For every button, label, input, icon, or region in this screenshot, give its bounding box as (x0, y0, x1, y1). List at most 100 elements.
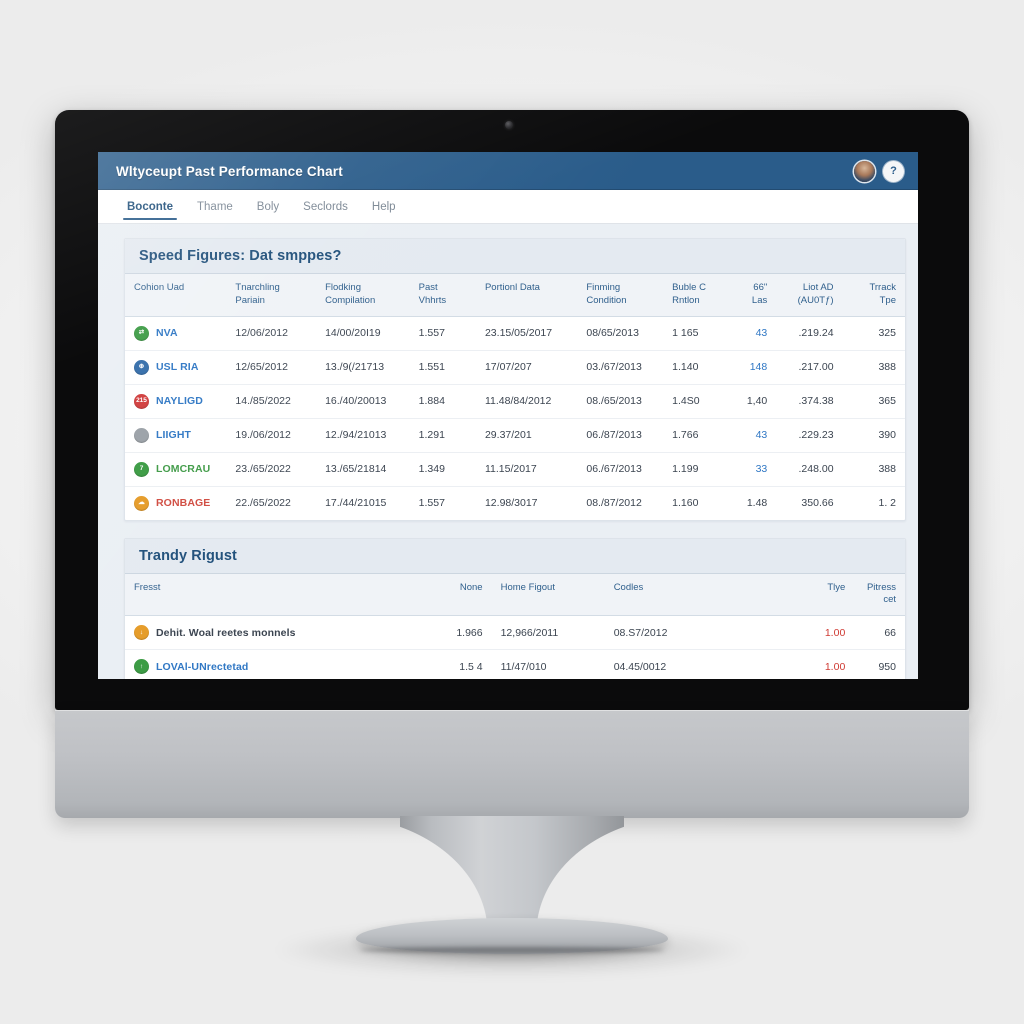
status-badge-photo (134, 427, 149, 443)
speed-figures-title: Speed Figures: Dat smppes? (139, 248, 342, 264)
menu-item-thame[interactable]: Thame (186, 190, 244, 223)
speed-row-label: RONBAGE (156, 497, 211, 510)
trandy-cell: 950 (878, 660, 896, 673)
table-row[interactable]: 215 NAYLIGD 14./85/2022 16./40/20013 1.884 11… (125, 384, 905, 419)
speed-row-label: NVA (156, 327, 178, 340)
table-row[interactable]: ↑ LOVAl-UNrectetad 1.5 4 11/47/010 04.45/001… (125, 650, 905, 679)
speed-figures-header-row: Cohion Uad Tnarchling Pariain Flodking Com… (125, 274, 905, 317)
trandy-col-header[interactable]: Home Figout (491, 573, 605, 617)
speed-col-header[interactable]: Trrack Tpe (842, 274, 905, 317)
speed-row-name-cell: ⊕ USL RIA (125, 350, 227, 385)
speed-row-name-cell: 7 LOMCRAU (125, 452, 227, 487)
trandy-cell: 12,966/2011 (491, 615, 605, 651)
table-row[interactable]: LIIGHT 19./06/2012 12./94/21013 1.291 29.37/… (125, 418, 905, 453)
table-row[interactable]: 7 LOMCRAU 23./65/2022 13./65/21814 1.349 11.1… (125, 452, 905, 487)
speed-row-label: USL RIA (156, 361, 199, 374)
speed-cell: .219.24 (776, 316, 843, 351)
trandy-rigust-title: Trandy Rigust (139, 547, 237, 564)
speed-cell: 23.15/05/2017 (475, 316, 578, 351)
status-badge-green: ↑ (134, 659, 149, 675)
speed-cell: 11.48/84/2012 (475, 384, 578, 419)
speed-cell: 22./65/2022 (235, 497, 291, 510)
speed-figures-body: ⇄ NVA 12/06/2012 14/00/20I19 1.557 23.15/05/2… (125, 316, 905, 520)
table-row[interactable]: ☁ RONBAGE 22./65/2022 17./44/21015 1.557 12.9… (125, 486, 905, 520)
trandy-col-header[interactable]: Pitress cet (854, 573, 905, 617)
trandy-rigust-card: Trandy Rigust Fresst None Home Figout Codle… (124, 537, 906, 679)
speed-cell: 43 (729, 418, 777, 453)
speed-cell: 1.557 (418, 497, 445, 510)
speed-col-header[interactable]: Cohion Uad (125, 274, 227, 317)
speed-cell: 350.66 (801, 497, 834, 510)
menu-item-seclords[interactable]: Seclords (292, 190, 359, 223)
speed-cell: 390 (842, 418, 905, 453)
speed-cell: 08./65/2013 (577, 384, 664, 419)
speed-row-name-cell: ⇄ NVA (125, 316, 227, 351)
trandy-cell: 1.5 4 (459, 660, 483, 673)
trandy-cell (729, 650, 807, 679)
speed-col-header[interactable]: Past Vhhrts (409, 274, 476, 317)
speed-cell: 12.98/3017 (484, 497, 538, 510)
speed-col-header[interactable]: Tnarchling Pariain (226, 274, 317, 317)
trandy-cell: 11/47/010 (500, 660, 547, 673)
speed-col-header[interactable]: Flodking Compilation (316, 274, 410, 317)
speed-row-name-cell: ☁ RONBAGE (125, 486, 226, 520)
trandy-rigust-card-header: Trandy Rigust (125, 538, 905, 574)
speed-cell: 08./87/2012 (586, 497, 642, 510)
trandy-cell (729, 615, 808, 651)
speed-cell: 14./85/2022 (226, 384, 317, 419)
menu-item-boly[interactable]: Boly (246, 190, 290, 223)
trandy-cell: 04.45/0012 (613, 660, 667, 673)
trandy-col-header[interactable]: Codles (604, 573, 730, 617)
speed-cell: 13./65/21814 (316, 452, 410, 487)
speed-cell: .374.38 (776, 384, 843, 419)
speed-cell: 17/07/207 (475, 350, 578, 385)
speed-cell: .248.00 (776, 452, 843, 487)
speed-col-header[interactable]: Portionl Data (475, 274, 578, 317)
speed-col-header[interactable]: 66" Las (729, 274, 777, 317)
trandy-cell: 1.966 (417, 615, 492, 651)
trandy-cell: 66 (854, 615, 905, 651)
speed-cell: 325 (842, 316, 905, 351)
titlebar-actions: ? (854, 160, 904, 182)
speed-cell: 1. 2 (878, 497, 896, 510)
trandy-col-header[interactable]: Fresst (125, 573, 418, 617)
speed-cell: 1.557 (409, 316, 476, 351)
speed-cell: 1.551 (409, 350, 476, 385)
trandy-rigust-table: Fresst None Home Figout Codles Tlye Pitress c… (125, 573, 905, 679)
speed-cell: 1.884 (409, 384, 476, 419)
speed-row-label: NAYLIGD (156, 395, 203, 408)
speed-cell: 12./94/21013 (316, 418, 410, 453)
speed-cell: 388 (842, 350, 905, 385)
user-avatar-icon[interactable] (854, 160, 875, 182)
speed-cell: 29.37/201 (475, 418, 578, 453)
table-row[interactable]: ↓ Dehit. Woal reetes monnels 1.966 12,966/2… (125, 615, 905, 651)
status-badge-orange: ↓ (134, 625, 149, 641)
speed-cell: 14/00/20I19 (316, 316, 410, 351)
speed-cell: 12/06/2012 (226, 316, 317, 351)
speed-cell: 08/65/2013 (577, 316, 664, 351)
status-badge-red: 215 (134, 393, 149, 409)
speed-col-header[interactable]: Buble C Rntlon (663, 274, 730, 317)
speed-cell: .217.00 (776, 350, 843, 385)
table-row[interactable]: ⇄ NVA 12/06/2012 14/00/20I19 1.557 23.15/05/2… (125, 316, 905, 351)
monitor-stand-foot (356, 918, 668, 954)
trandy-col-header[interactable] (729, 573, 808, 617)
monitor-stand-neck (400, 816, 624, 928)
speed-cell: 12/65/2012 (226, 350, 317, 385)
menu-item-boconte[interactable]: Boconte (116, 190, 184, 223)
speed-cell: 1 165 (663, 316, 730, 351)
table-row[interactable]: ⊕ USL RIA 12/65/2012 13./9(/21713 1.551 17/07… (125, 350, 905, 385)
status-badge-green: 7 (134, 461, 149, 477)
trandy-row-label: LOVAl-UNrectetad (156, 660, 249, 673)
trandy-col-header[interactable]: Tlye (807, 573, 855, 617)
trandy-row-label: Dehit. Woal reetes monnels (156, 626, 296, 639)
status-badge-green: ⇄ (134, 325, 149, 341)
menu-item-help[interactable]: Help (361, 190, 407, 223)
speed-cell: 1.349 (409, 452, 476, 487)
speed-col-header[interactable]: Liot AD (AU0Tƒ) (776, 274, 843, 317)
help-circle-icon[interactable]: ? (883, 160, 904, 182)
speed-cell: 13./9(/21713 (316, 350, 410, 385)
trandy-col-header[interactable]: None (417, 573, 492, 617)
speed-cell: .229.23 (776, 418, 843, 453)
speed-col-header[interactable]: Finming Condition (577, 274, 664, 317)
